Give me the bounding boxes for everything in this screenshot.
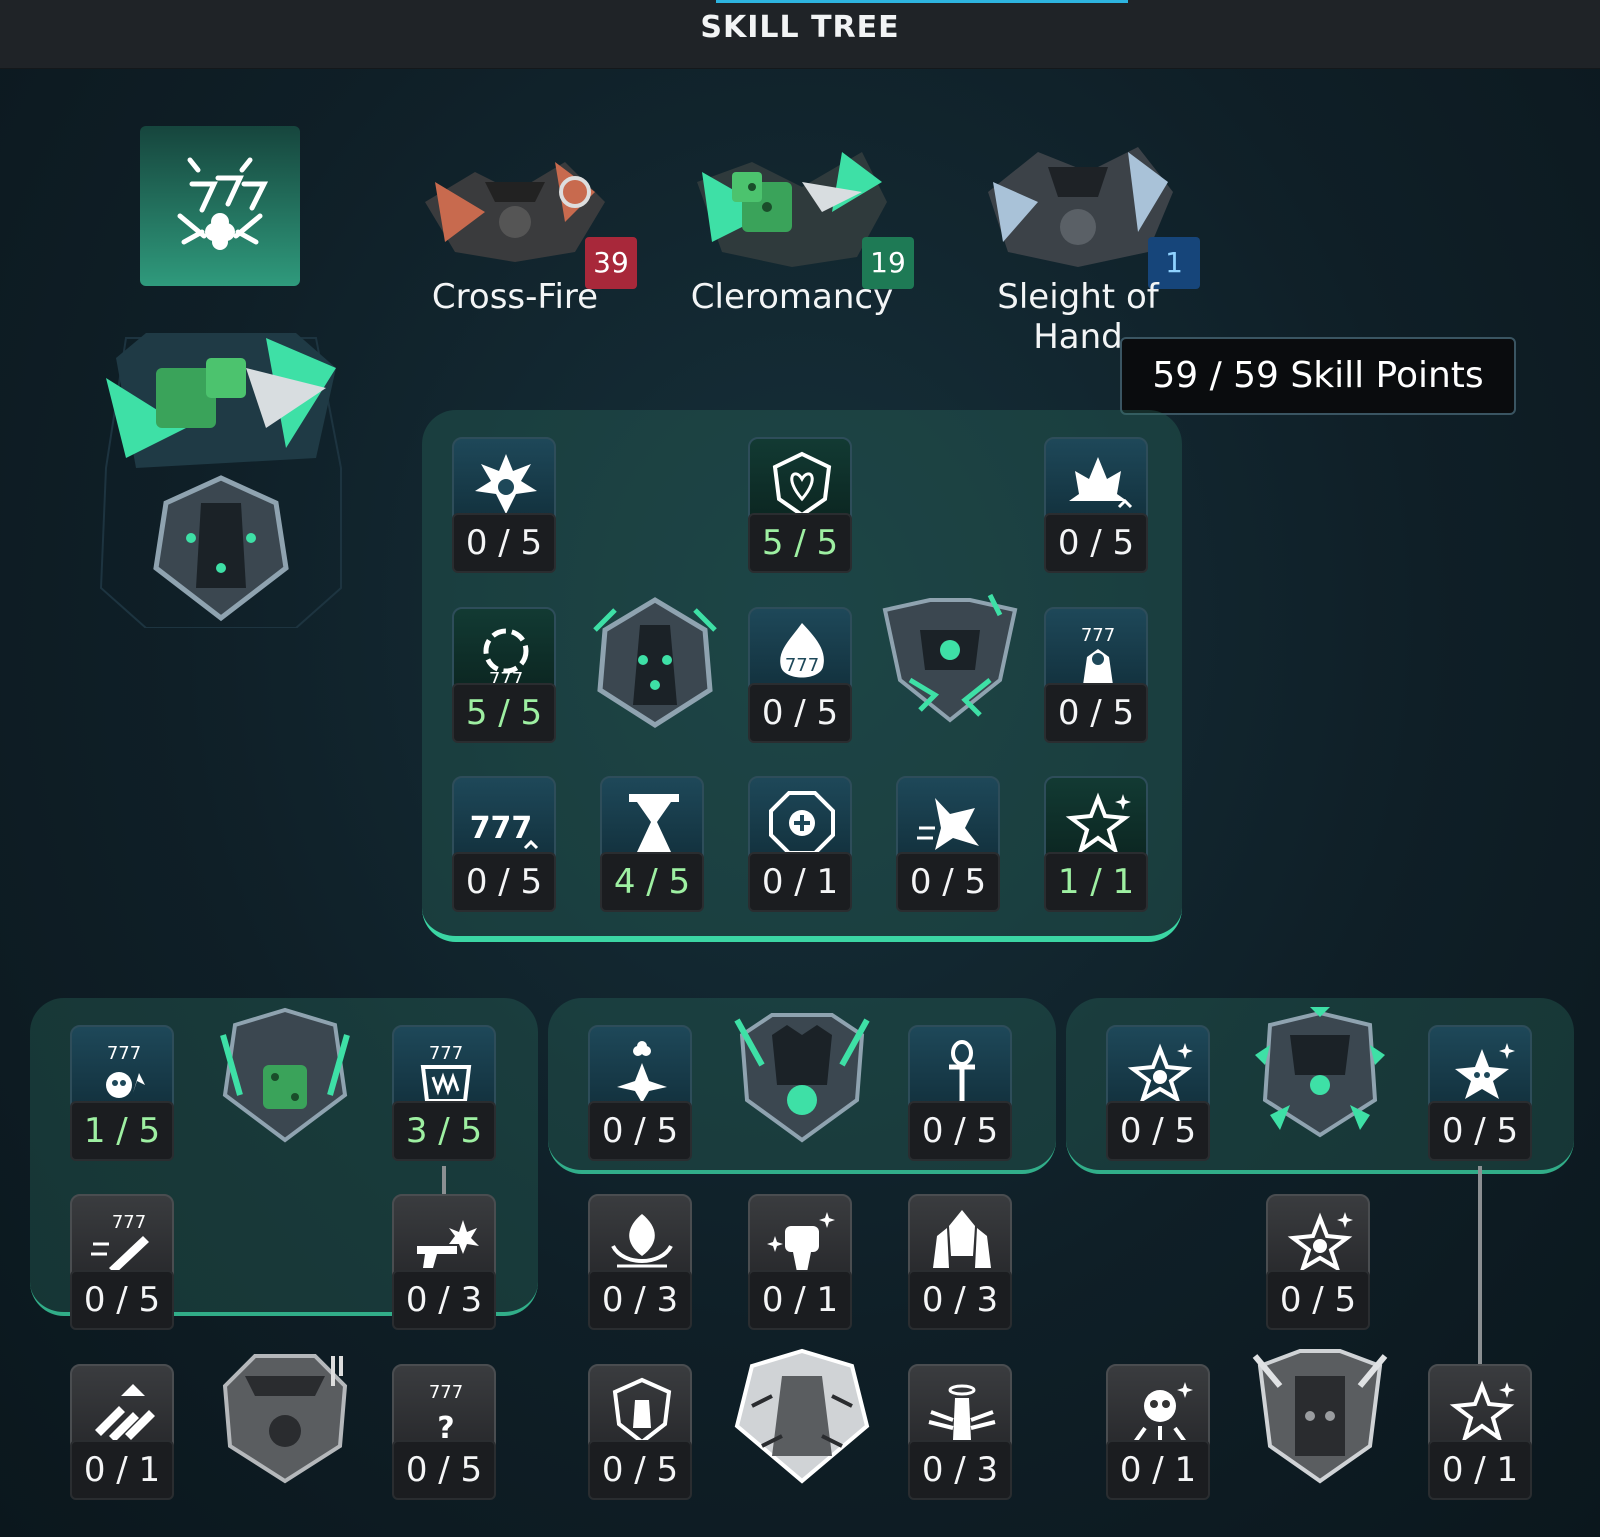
skill-node[interactable]: 0 / 3 xyxy=(908,1194,1012,1334)
spec-cleromancy[interactable]: 19 Cleromancy xyxy=(662,142,922,332)
lightning-armor-capstone-icon[interactable] xyxy=(880,590,1020,730)
skill-node[interactable]: 0 / 5 xyxy=(1266,1194,1370,1334)
skill-node[interactable]: 777 5 / 5 xyxy=(452,607,556,747)
bullets-icon xyxy=(95,1384,155,1442)
dark-armor-capstone-icon[interactable] xyxy=(1250,1346,1390,1486)
clover-figure-icon xyxy=(617,1041,667,1103)
connector-line xyxy=(442,1166,446,1196)
dice-armor-capstone-icon[interactable] xyxy=(215,1005,355,1145)
skill-node[interactable]: 0 / 1 xyxy=(1428,1364,1532,1504)
halo-wings-icon xyxy=(928,1384,996,1440)
skill-node[interactable]: 0 / 5 xyxy=(588,1025,692,1165)
shattered-figure-capstone-icon[interactable] xyxy=(732,1346,872,1486)
skill-node[interactable]: 0 / 5 xyxy=(452,437,556,577)
clover-burst-icon xyxy=(475,454,537,514)
hourglass-figure-icon xyxy=(629,794,679,852)
spec-cross-fire[interactable]: 39 Cross-Fire xyxy=(385,142,645,332)
spec-sleight-of-hand[interactable]: 1 Sleight of Hand xyxy=(948,142,1208,357)
skill-node[interactable]: 777 3 / 5 xyxy=(392,1025,496,1165)
shard-armor-capstone-icon[interactable] xyxy=(1250,1005,1390,1145)
hooded-trio-icon xyxy=(933,1210,991,1268)
777-figure-icon: 777 xyxy=(1081,625,1115,685)
ankh-icon xyxy=(949,1040,975,1103)
spec-name: Cross-Fire xyxy=(431,277,599,317)
svg-text:777: 777 xyxy=(429,1382,463,1403)
skill-node[interactable]: 0 / 1 xyxy=(70,1364,174,1504)
spiral-777-icon: 777 xyxy=(483,628,529,689)
skill-node[interactable]: 0 / 5 xyxy=(896,776,1000,916)
sparkle-figure-icon xyxy=(1287,1212,1353,1273)
skill-node[interactable]: 0 / 1 xyxy=(1106,1364,1210,1504)
svg-text:777: 777 xyxy=(107,1043,141,1064)
sparkle-figure-icon xyxy=(1127,1043,1193,1104)
skill-node[interactable]: 0 / 1 xyxy=(748,1194,852,1334)
skill-node[interactable]: 0 / 5 xyxy=(1044,437,1148,577)
sparkle-skull-icon xyxy=(1455,1043,1515,1099)
skill-node[interactable]: 777 0 / 5 xyxy=(70,1194,174,1334)
seven-seven-seven-clover-icon[interactable] xyxy=(140,126,300,286)
777-question-icon: 777? xyxy=(429,1382,463,1446)
pistol-burst-icon xyxy=(417,1220,479,1268)
skill-node[interactable]: 0 / 3 xyxy=(392,1194,496,1334)
lotus-figure-icon xyxy=(611,1214,673,1268)
skill-points-label: 59 / 59 Skill Points xyxy=(1152,355,1484,396)
skill-node[interactable]: 777 0 / 5 xyxy=(748,607,852,747)
777-fang-icon: 777 xyxy=(420,1043,472,1103)
skill-node[interactable]: 5 / 5 xyxy=(748,437,852,577)
skull-rays-icon xyxy=(1133,1382,1193,1444)
heart-shield-icon xyxy=(772,451,832,518)
skill-node[interactable]: 777 0 / 5 xyxy=(452,776,556,916)
svg-text:777: 777 xyxy=(429,1043,463,1064)
triple-hood-capstone-icon[interactable] xyxy=(732,1005,872,1145)
spec-name: Cleromancy xyxy=(690,277,894,317)
skill-points-counter: 59 / 59 Skill Points xyxy=(1120,337,1516,415)
skill-node[interactable]: 777? 0 / 5 xyxy=(392,1364,496,1504)
fire-777-icon: 777 xyxy=(780,623,824,678)
svg-text:777: 777 xyxy=(1081,625,1115,646)
sparkle-star-icon xyxy=(1065,792,1131,855)
armor-capstone-icon[interactable] xyxy=(585,590,725,730)
skill-node[interactable]: 0 / 3 xyxy=(908,1364,1012,1504)
medic-cross-icon xyxy=(769,791,835,855)
header-bar: SKILL TREE xyxy=(0,0,1600,69)
connector-line xyxy=(1478,1166,1482,1366)
skill-node[interactable]: 0 / 1 xyxy=(748,776,852,916)
skill-node[interactable]: 777 1 / 5 xyxy=(70,1025,174,1165)
skill-node[interactable]: 777 0 / 5 xyxy=(1044,607,1148,747)
flame-clover-up-icon xyxy=(1069,457,1133,509)
skill-node[interactable]: 0 / 5 xyxy=(908,1025,1012,1165)
skill-node[interactable]: 0 / 5 xyxy=(1106,1025,1210,1165)
skill-node[interactable]: 0 / 5 xyxy=(588,1364,692,1504)
skill-node[interactable]: 0 / 3 xyxy=(588,1194,692,1334)
777-dagger-icon: 777 xyxy=(91,1212,149,1274)
fist-sparkle-icon xyxy=(767,1212,835,1272)
777-skull-icon: 777 xyxy=(106,1043,145,1098)
gunslinger-capstone-icon[interactable] xyxy=(215,1346,355,1486)
777-up-icon: 777 xyxy=(471,811,539,850)
skill-node[interactable]: 1 / 1 xyxy=(1044,776,1148,916)
skill-node[interactable]: 0 / 5 xyxy=(1428,1025,1532,1165)
svg-text:777: 777 xyxy=(785,655,819,676)
svg-text:777: 777 xyxy=(112,1212,146,1233)
dash-figure-icon xyxy=(917,798,979,850)
skill-node[interactable]: 4 / 5 xyxy=(600,776,704,916)
sparkle-star-icon xyxy=(1449,1380,1515,1443)
svg-text:777: 777 xyxy=(471,811,532,846)
page-title: SKILL TREE xyxy=(700,10,900,45)
cleromancy-portrait-icon xyxy=(99,333,342,628)
shield-figure-icon xyxy=(612,1377,672,1445)
active-tab-indicator xyxy=(716,0,1128,3)
